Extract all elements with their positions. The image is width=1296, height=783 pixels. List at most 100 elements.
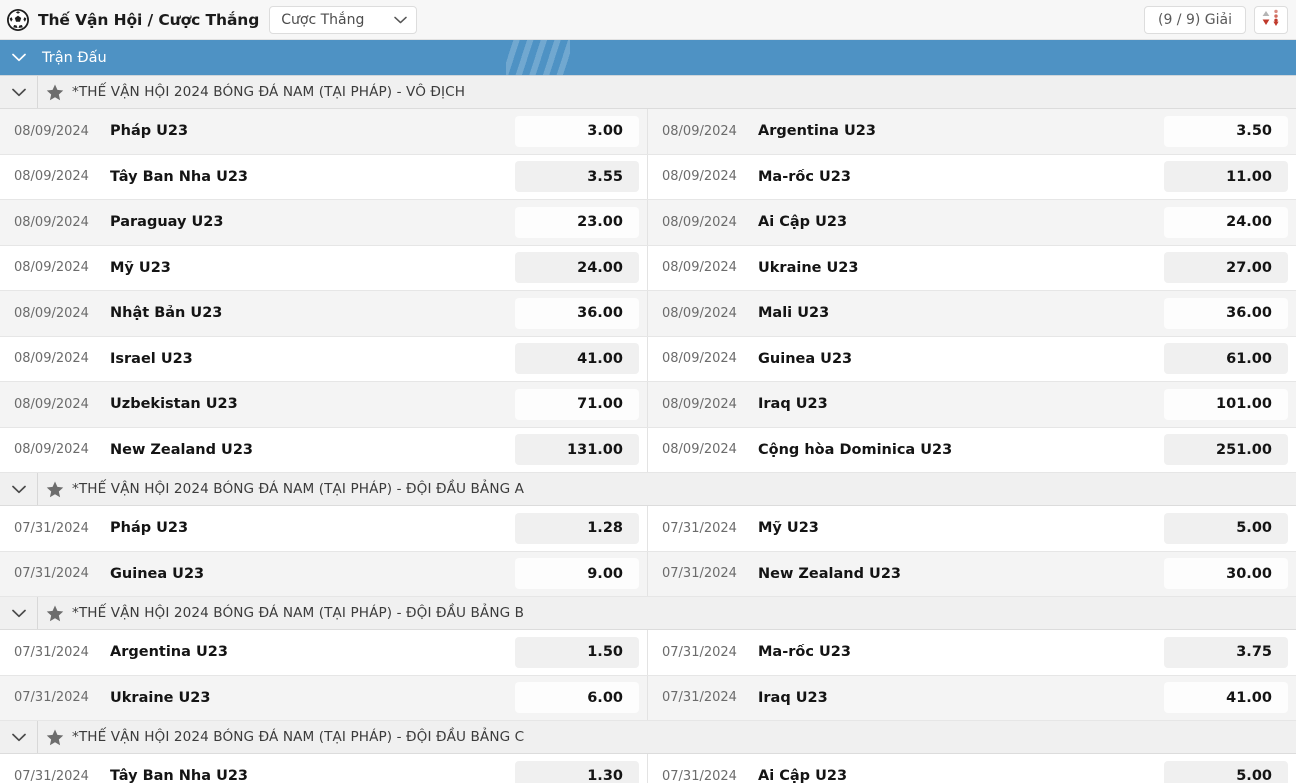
chevron-down-icon[interactable] [0, 473, 38, 505]
team-name: Pháp U23 [110, 520, 189, 537]
match-row: 08/09/2024 Mỹ U23 24.00 08/09/2024 Ukraine U… [0, 245, 1296, 291]
match-date: 08/09/2024 [662, 396, 737, 412]
match-cell-left[interactable]: 08/09/2024 Tây Ban Nha U23 3.55 [0, 154, 648, 199]
chevron-down-icon [394, 16, 407, 24]
match-cell-left[interactable]: 07/31/2024 Pháp U23 1.28 [0, 506, 648, 551]
match-date: 08/09/2024 [14, 396, 89, 412]
match-cell-right[interactable]: 07/31/2024 Ai Cập U23 5.00 [648, 754, 1296, 783]
match-row: 08/09/2024 Israel U23 41.00 08/09/2024 Guine… [0, 336, 1296, 382]
match-cell-left[interactable]: 08/09/2024 Pháp U23 3.00 [0, 109, 648, 154]
star-icon[interactable] [38, 84, 72, 101]
match-cell-left[interactable]: 08/09/2024 Uzbekistan U23 71.00 [0, 382, 648, 427]
match-row: 07/31/2024 Argentina U23 1.50 07/31/2024 Ma-… [0, 630, 1296, 676]
star-icon[interactable] [38, 481, 72, 498]
odds-button[interactable]: 9.00 [515, 558, 639, 590]
match-cell-left[interactable]: 08/09/2024 Nhật Bản U23 36.00 [0, 291, 648, 336]
match-cell-right[interactable]: 07/31/2024 Iraq U23 41.00 [648, 676, 1296, 721]
team-name: Ma-rốc U23 [758, 644, 851, 661]
odds-button[interactable]: 5.00 [1164, 512, 1288, 544]
odds-button[interactable]: 1.28 [515, 512, 639, 544]
odds-button[interactable]: 1.30 [515, 760, 639, 783]
odds-button[interactable]: 36.00 [1164, 297, 1288, 329]
odds-button[interactable]: 30.00 [1164, 558, 1288, 590]
odds-button[interactable]: 71.00 [515, 388, 639, 420]
match-date: 08/09/2024 [14, 442, 89, 458]
section-header[interactable]: *THẾ VẬN HỘI 2024 BÓNG ĐÁ NAM (TẠI PHÁP)… [0, 597, 1296, 630]
team-name: Cộng hòa Dominica U23 [758, 441, 953, 458]
match-cell-right[interactable]: 08/09/2024 Argentina U23 3.50 [648, 109, 1296, 154]
match-cell-right[interactable]: 07/31/2024 Ma-rốc U23 3.75 [648, 630, 1296, 675]
star-icon[interactable] [38, 729, 72, 746]
section-header[interactable]: *THẾ VẬN HỘI 2024 BÓNG ĐÁ NAM (TẠI PHÁP)… [0, 473, 1296, 506]
chevron-down-icon[interactable] [0, 721, 38, 753]
star-icon[interactable] [38, 605, 72, 622]
match-cell-left[interactable]: 07/31/2024 Tây Ban Nha U23 1.30 [0, 754, 648, 783]
match-cell-right[interactable]: 07/31/2024 Mỹ U23 5.00 [648, 506, 1296, 551]
odds-button[interactable]: 5.00 [1164, 760, 1288, 783]
match-date: 08/09/2024 [662, 169, 737, 185]
match-cell-left[interactable]: 08/09/2024 New Zealand U23 131.00 [0, 427, 648, 472]
odds-button[interactable]: 61.00 [1164, 343, 1288, 375]
match-cell-right[interactable]: 08/09/2024 Ukraine U23 27.00 [648, 246, 1296, 291]
odds-button[interactable]: 1.50 [515, 636, 639, 668]
team-name: Ukraine U23 [758, 259, 859, 276]
match-date: 07/31/2024 [662, 690, 737, 706]
market-type-select[interactable]: Cược Thắng [269, 5, 418, 34]
chevron-down-icon[interactable] [0, 76, 38, 108]
match-cell-left[interactable]: 07/31/2024 Guinea U23 9.00 [0, 551, 648, 596]
match-cell-left[interactable]: 08/09/2024 Mỹ U23 24.00 [0, 245, 648, 290]
odds-button[interactable]: 41.00 [515, 343, 639, 375]
match-row: 08/09/2024 Uzbekistan U23 71.00 08/09/2024 I… [0, 382, 1296, 428]
odds-button[interactable]: 3.50 [1164, 115, 1288, 147]
match-cell-right[interactable]: 07/31/2024 New Zealand U23 30.00 [648, 552, 1296, 597]
soccer-ball-icon [6, 8, 30, 32]
section-header[interactable]: *THẾ VẬN HỘI 2024 BÓNG ĐÁ NAM (TẠI PHÁP)… [0, 76, 1296, 109]
odds-button[interactable]: 251.00 [1164, 434, 1288, 466]
matches-header-bar[interactable]: Trận Đấu [0, 40, 1296, 76]
matches-header-title: Trận Đấu [42, 49, 107, 66]
sort-button[interactable] [1254, 5, 1288, 34]
odds-button[interactable]: 3.55 [515, 161, 639, 193]
match-cell-left[interactable]: 08/09/2024 Paraguay U23 23.00 [0, 200, 648, 245]
team-name: Ukraine U23 [110, 689, 211, 706]
match-date: 07/31/2024 [662, 566, 737, 582]
odds-button[interactable]: 131.00 [515, 434, 639, 466]
match-date: 08/09/2024 [14, 214, 89, 230]
section-title: *THẾ VẬN HỘI 2024 BÓNG ĐÁ NAM (TẠI PHÁP)… [72, 84, 466, 100]
market-type-value: Cược Thắng [281, 11, 365, 28]
odds-button[interactable]: 11.00 [1164, 161, 1288, 193]
match-cell-right[interactable]: 08/09/2024 Iraq U23 101.00 [648, 382, 1296, 427]
match-cell-right[interactable]: 08/09/2024 Ma-rốc U23 11.00 [648, 155, 1296, 200]
odds-button[interactable]: 3.00 [515, 115, 639, 147]
match-cell-left[interactable]: 07/31/2024 Ukraine U23 6.00 [0, 675, 648, 720]
league-count-badge[interactable]: (9 / 9) Giải [1143, 5, 1246, 34]
odds-button[interactable]: 101.00 [1164, 388, 1288, 420]
team-name: Iraq U23 [758, 396, 828, 413]
odds-button[interactable]: 24.00 [1164, 206, 1288, 238]
match-date: 08/09/2024 [14, 351, 89, 367]
team-name: Guinea U23 [758, 350, 853, 367]
odds-button[interactable]: 41.00 [1164, 682, 1288, 714]
match-date: 08/09/2024 [662, 351, 737, 367]
match-cell-right[interactable]: 08/09/2024 Guinea U23 61.00 [648, 337, 1296, 382]
match-row: 08/09/2024 Pháp U23 3.00 08/09/2024 Argentin… [0, 109, 1296, 155]
odds-button[interactable]: 36.00 [515, 297, 639, 329]
match-cell-left[interactable]: 08/09/2024 Israel U23 41.00 [0, 336, 648, 381]
match-cell-right[interactable]: 08/09/2024 Mali U23 36.00 [648, 291, 1296, 336]
match-cell-right[interactable]: 08/09/2024 Ai Cập U23 24.00 [648, 200, 1296, 245]
odds-button[interactable]: 3.75 [1164, 636, 1288, 668]
match-cell-right[interactable]: 08/09/2024 Cộng hòa Dominica U23 251.00 [648, 428, 1296, 473]
match-cell-left[interactable]: 07/31/2024 Argentina U23 1.50 [0, 630, 648, 675]
team-name: Uzbekistan U23 [110, 396, 238, 413]
odds-button[interactable]: 23.00 [515, 206, 639, 238]
team-name: Nhật Bản U23 [110, 305, 223, 322]
chevron-down-icon[interactable] [0, 597, 38, 629]
toolbar-right-group: (9 / 9) Giải [1143, 5, 1288, 34]
team-name: Mỹ U23 [110, 259, 171, 276]
odds-button[interactable]: 27.00 [1164, 252, 1288, 284]
team-name: Mỹ U23 [758, 520, 819, 537]
section-header[interactable]: *THẾ VẬN HỘI 2024 BÓNG ĐÁ NAM (TẠI PHÁP)… [0, 721, 1296, 754]
odds-button[interactable]: 24.00 [515, 252, 639, 284]
odds-button[interactable]: 6.00 [515, 682, 639, 714]
chevron-down-icon[interactable] [0, 53, 38, 62]
